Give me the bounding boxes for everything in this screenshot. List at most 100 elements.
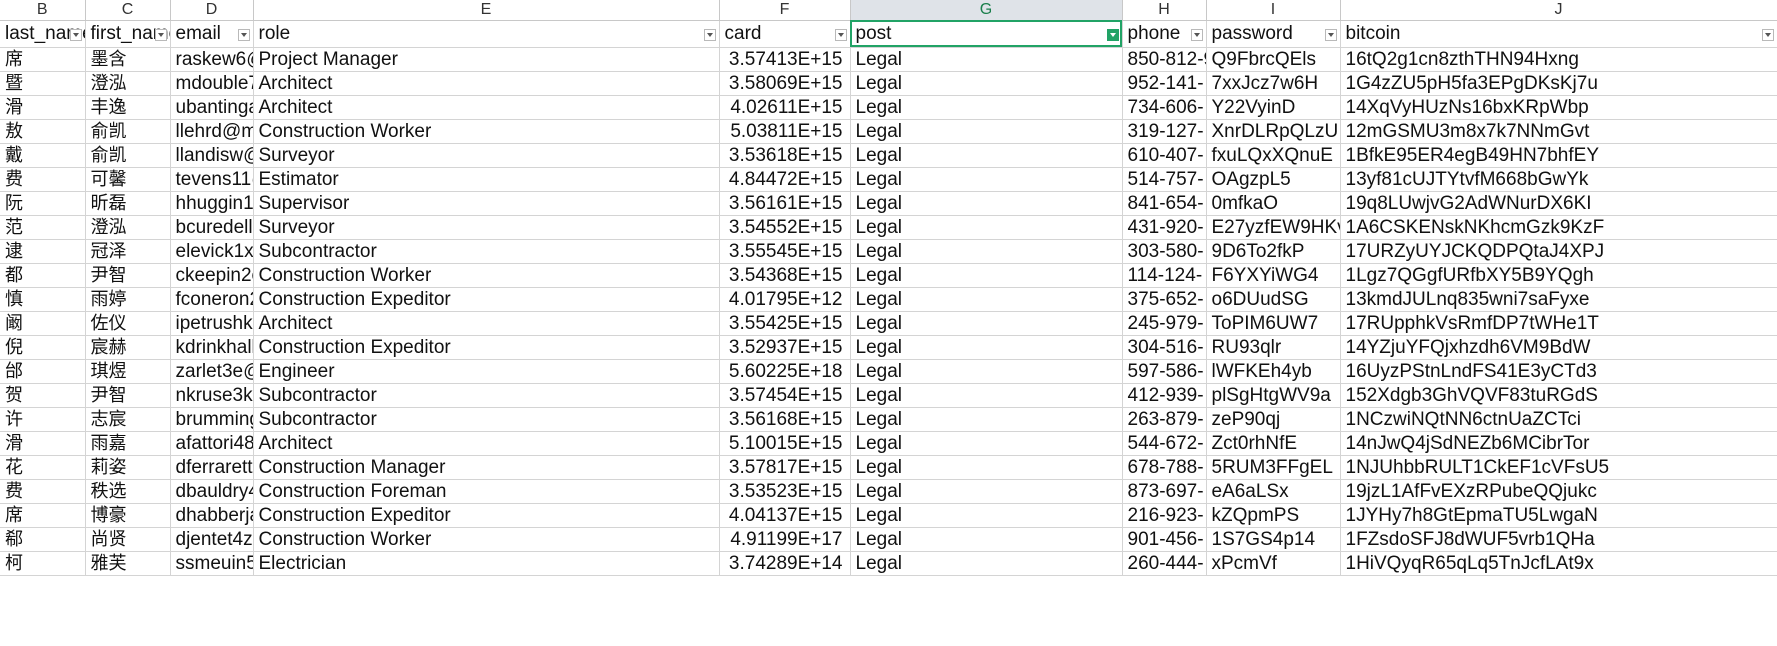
cell-phone[interactable]: 431-920- <box>1122 215 1207 240</box>
cell-first-name[interactable]: 雅芙 <box>85 551 171 576</box>
cell-phone[interactable]: 544-672- <box>1122 431 1207 456</box>
cell-last-name[interactable]: 阮 <box>0 191 86 216</box>
header-cell-last-name[interactable]: last_name <box>0 20 86 48</box>
cell-first-name[interactable]: 佐仪 <box>85 311 171 336</box>
cell-password[interactable]: ToPIM6UW7 <box>1206 311 1341 336</box>
cell-card[interactable]: 5.10015E+15 <box>719 431 851 456</box>
cell-post[interactable]: Legal <box>850 143 1123 168</box>
cell-post[interactable]: Legal <box>850 119 1123 144</box>
cell-email[interactable]: zarlet3e@ <box>170 359 254 384</box>
cell-bitcoin[interactable]: 1Lgz7QGgfURfbXY5B9YQgh <box>1340 263 1777 288</box>
cell-last-name[interactable]: 阚 <box>0 311 86 336</box>
cell-bitcoin[interactable]: 1FZsdoSFJ8dWUF5vrb1QHa <box>1340 527 1777 552</box>
cell-last-name[interactable]: 逮 <box>0 239 86 264</box>
cell-post[interactable]: Legal <box>850 215 1123 240</box>
column-header-H[interactable]: H <box>1122 0 1207 21</box>
cell-post[interactable]: Legal <box>850 239 1123 264</box>
cell-password[interactable]: Y22VyinD <box>1206 95 1341 120</box>
cell-password[interactable]: Zct0rhNfE <box>1206 431 1341 456</box>
column-header-D[interactable]: D <box>170 0 254 21</box>
cell-email[interactable]: bcuredell <box>170 215 254 240</box>
cell-role[interactable]: Construction Worker <box>253 263 720 288</box>
filter-dropdown-icon[interactable] <box>69 28 82 41</box>
cell-post[interactable]: Legal <box>850 191 1123 216</box>
cell-phone[interactable]: 375-652- <box>1122 287 1207 312</box>
header-cell-card[interactable]: card <box>719 20 851 48</box>
cell-post[interactable]: Legal <box>850 503 1123 528</box>
cell-email[interactable]: mdouble7 <box>170 71 254 96</box>
cell-password[interactable]: RU93qlr <box>1206 335 1341 360</box>
cell-bitcoin[interactable]: 14XqVyHUzNs16bxKRpWbp <box>1340 95 1777 120</box>
filter-dropdown-icon[interactable] <box>154 28 167 41</box>
cell-email[interactable]: hhuggin1 <box>170 191 254 216</box>
cell-email[interactable]: kdrinkhall <box>170 335 254 360</box>
cell-password[interactable]: E27yzfEW9HKv <box>1206 215 1341 240</box>
cell-password[interactable]: 7xxJcz7w6H <box>1206 71 1341 96</box>
cell-first-name[interactable]: 琪煜 <box>85 359 171 384</box>
cell-post[interactable]: Legal <box>850 383 1123 408</box>
cell-last-name[interactable]: 都 <box>0 263 86 288</box>
cell-last-name[interactable]: 敖 <box>0 119 86 144</box>
header-cell-phone[interactable]: phone <box>1122 20 1207 48</box>
cell-password[interactable]: 9D6To2fkP <box>1206 239 1341 264</box>
filter-dropdown-icon[interactable] <box>1190 28 1203 41</box>
cell-password[interactable]: lWFKEh4yb <box>1206 359 1341 384</box>
cell-card[interactable]: 3.57454E+15 <box>719 383 851 408</box>
cell-phone[interactable]: 678-788- <box>1122 455 1207 480</box>
cell-email[interactable]: llehrd@m <box>170 119 254 144</box>
cell-last-name[interactable]: 滑 <box>0 431 86 456</box>
cell-phone[interactable]: 610-407- <box>1122 143 1207 168</box>
cell-bitcoin[interactable]: 16tQ2g1cn8zthTHN94Hxng <box>1340 47 1777 72</box>
header-cell-email[interactable]: email <box>170 20 254 48</box>
cell-last-name[interactable]: 费 <box>0 167 86 192</box>
cell-role[interactable]: Electrician <box>253 551 720 576</box>
cell-phone[interactable]: 841-654- <box>1122 191 1207 216</box>
cell-first-name[interactable]: 丰逸 <box>85 95 171 120</box>
cell-first-name[interactable]: 雨婷 <box>85 287 171 312</box>
cell-phone[interactable]: 304-516- <box>1122 335 1207 360</box>
cell-role[interactable]: Construction Manager <box>253 455 720 480</box>
cell-bitcoin[interactable]: 1JYHy7h8GtEpmaTU5LwgaN <box>1340 503 1777 528</box>
cell-role[interactable]: Construction Worker <box>253 527 720 552</box>
cell-card[interactable]: 3.56168E+15 <box>719 407 851 432</box>
cell-first-name[interactable]: 尚贤 <box>85 527 171 552</box>
cell-role[interactable]: Construction Expeditor <box>253 287 720 312</box>
cell-phone[interactable]: 216-923- <box>1122 503 1207 528</box>
cell-post[interactable]: Legal <box>850 551 1123 576</box>
cell-card[interactable]: 4.84472E+15 <box>719 167 851 192</box>
cell-email[interactable]: dhabberja <box>170 503 254 528</box>
cell-first-name[interactable]: 可馨 <box>85 167 171 192</box>
cell-first-name[interactable]: 俞凯 <box>85 119 171 144</box>
cell-email[interactable]: afattori48 <box>170 431 254 456</box>
cell-email[interactable]: llandisw@ <box>170 143 254 168</box>
cell-email[interactable]: ckeepin2c <box>170 263 254 288</box>
cell-password[interactable]: kZQpmPS <box>1206 503 1341 528</box>
cell-phone[interactable]: 303-580- <box>1122 239 1207 264</box>
cell-post[interactable]: Legal <box>850 167 1123 192</box>
cell-post[interactable]: Legal <box>850 407 1123 432</box>
cell-email[interactable]: ssmeuin5 <box>170 551 254 576</box>
cell-card[interactable]: 3.53523E+15 <box>719 479 851 504</box>
cell-email[interactable]: raskew6@ <box>170 47 254 72</box>
cell-email[interactable]: dbauldry4 <box>170 479 254 504</box>
cell-bitcoin[interactable]: 152Xdgb3GhVQVF83tuRGdS <box>1340 383 1777 408</box>
cell-phone[interactable]: 263-879- <box>1122 407 1207 432</box>
cell-last-name[interactable]: 戴 <box>0 143 86 168</box>
cell-post[interactable]: Legal <box>850 359 1123 384</box>
cell-phone[interactable]: 901-456- <box>1122 527 1207 552</box>
cell-password[interactable]: eA6aLSx <box>1206 479 1341 504</box>
cell-bitcoin[interactable]: 17URZyUYJCKQDPQtaJ4XPJ <box>1340 239 1777 264</box>
cell-post[interactable]: Legal <box>850 47 1123 72</box>
cell-role[interactable]: Surveyor <box>253 215 720 240</box>
cell-phone[interactable]: 245-979- <box>1122 311 1207 336</box>
cell-phone[interactable]: 319-127- <box>1122 119 1207 144</box>
cell-last-name[interactable]: 郗 <box>0 527 86 552</box>
cell-card[interactable]: 3.54368E+15 <box>719 263 851 288</box>
cell-phone[interactable]: 412-939- <box>1122 383 1207 408</box>
cell-first-name[interactable]: 墨含 <box>85 47 171 72</box>
cell-last-name[interactable]: 许 <box>0 407 86 432</box>
cell-last-name[interactable]: 贺 <box>0 383 86 408</box>
cell-card[interactable]: 3.53618E+15 <box>719 143 851 168</box>
cell-password[interactable]: zeP90qj <box>1206 407 1341 432</box>
header-cell-first-name[interactable]: first_name <box>85 20 171 48</box>
